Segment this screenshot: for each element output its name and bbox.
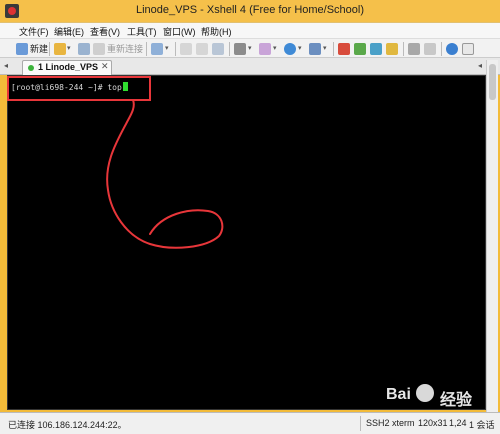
cursor-position: 1,24 (449, 418, 467, 428)
protocol-label: SSH2 (366, 418, 390, 428)
terminal-size: 120x31 (418, 418, 448, 428)
xshell-window: Linode_VPS - Xshell 4 (Free for Home/Sch… (0, 0, 500, 434)
terminal-type: xterm (392, 418, 415, 428)
watermark-brand: Bai (386, 386, 411, 403)
annotation-curve (106, 99, 224, 249)
connection-status: 已连接 106.186.124.244:22。 (8, 420, 127, 430)
baidu-watermark: Bai 经验 (382, 380, 500, 412)
watermark-suffix: 经验 (440, 392, 473, 409)
status-bar: 已连接 106.186.124.244:22。 SSH2 xterm 120x3… (0, 412, 500, 434)
session-count: 1 会话 (469, 420, 495, 430)
paw-icon (416, 384, 434, 402)
red-annotation (7, 76, 224, 249)
annotation-box (7, 76, 151, 101)
status-separator (360, 416, 361, 431)
